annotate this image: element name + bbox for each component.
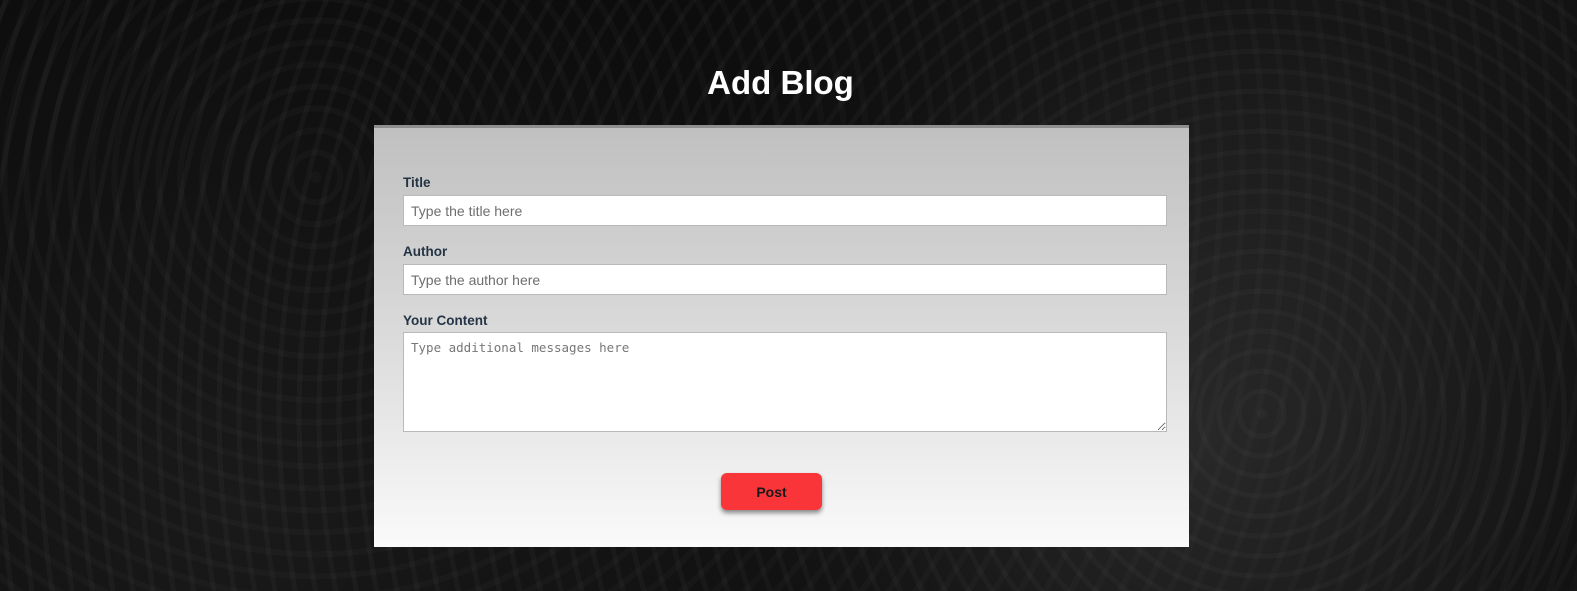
author-input[interactable]: [403, 264, 1167, 295]
content-textarea[interactable]: [403, 332, 1167, 432]
page-title: Add Blog: [707, 64, 854, 101]
post-button[interactable]: Post: [721, 473, 822, 510]
title-input[interactable]: [403, 195, 1167, 226]
author-label: Author: [403, 244, 448, 259]
content-label: Your Content: [403, 313, 488, 328]
title-label: Title: [403, 175, 431, 190]
add-blog-form: Title Author Your Content Post: [374, 125, 1189, 547]
